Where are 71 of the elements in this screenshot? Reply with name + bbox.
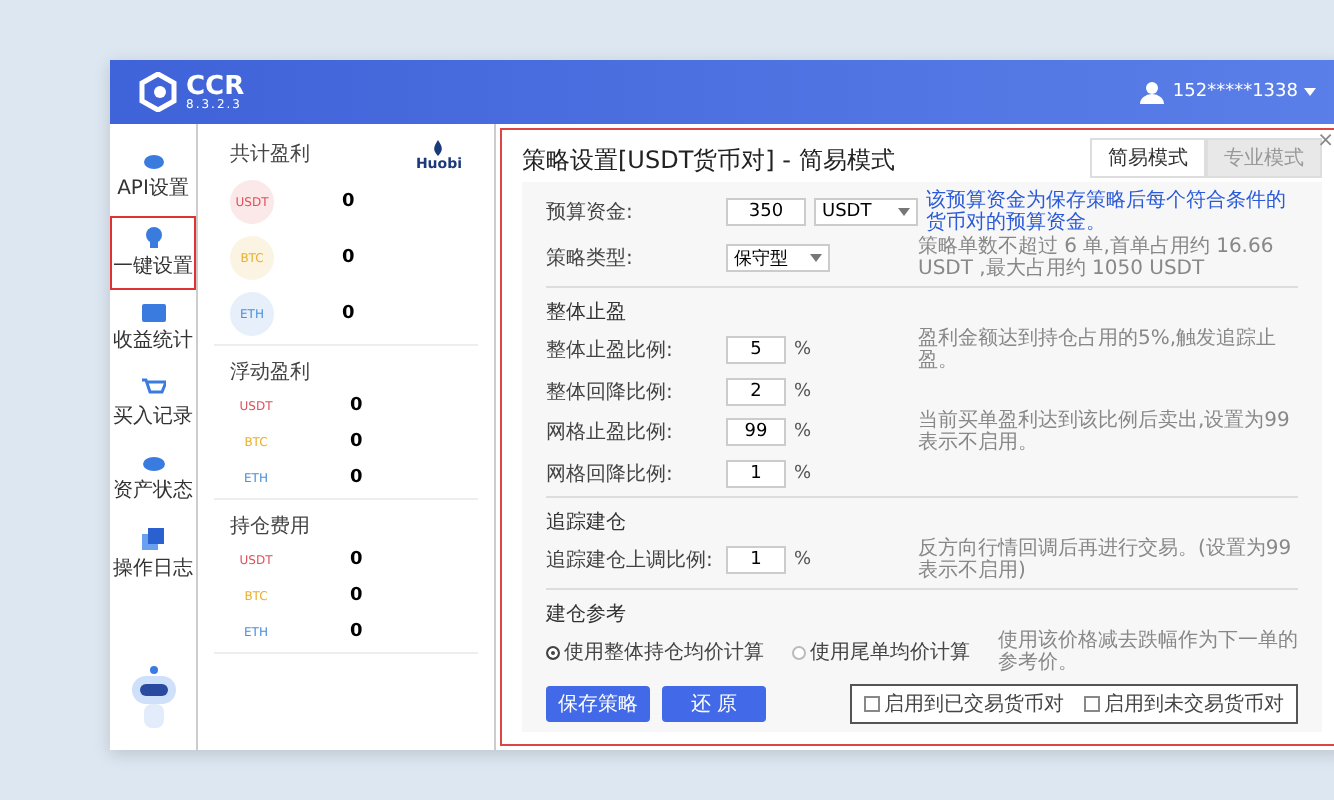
sidebar-item[interactable]: 一键设置 [110,216,196,290]
card-title: 共计盈利 [230,141,310,168]
logo-text: CCR [186,73,245,99]
mode-tab[interactable]: 简易模式 [1090,138,1206,178]
logo-icon [138,72,178,112]
section-heading: 整体止盈 [546,299,628,326]
coin-value: 0 [350,550,363,570]
field-label: 网格回降比例: [546,461,675,487]
card-icon [141,304,165,322]
unit-text: % [794,340,814,360]
cloud-icon [141,454,165,472]
field-label: 策略类型: [546,245,635,272]
percent-field[interactable]: 99 [726,418,786,446]
percent-field[interactable]: 1 [726,546,786,574]
section-heading: 追踪建仓 [546,509,628,536]
sidebar-item[interactable]: 操作日志 [110,518,196,592]
dialog-title: 策略设置[USDT货币对] - 简易模式 [522,144,895,178]
coin-value: 0 [350,432,363,452]
checkbox-option[interactable]: 启用到未交易货币对 [1084,690,1284,718]
unit-text: % [794,463,814,483]
note-text: 反方向行情回调后再进行交易。(设置为99表示不启用) [918,538,1294,582]
card-title: 持仓费用 [230,513,310,540]
note-text: 策略单数不超过 6 单,首单占用约 16.66 USDT ,最大占用约 1050 USDT [918,236,1276,280]
user-menu[interactable]: 152*****1338 [1172,82,1298,102]
note-text: 盈利金额达到持仓占用的5%,触发追踪止盈。 [918,328,1279,372]
currency-select[interactable]: USDT [814,198,918,226]
sidebar-item[interactable]: 收益统计 [110,294,196,364]
coin-value: 0 [350,468,363,488]
radio-option[interactable]: 使用整体持仓均价计算 [546,638,764,666]
strategy-select[interactable]: 保守型 [726,244,830,272]
checkbox-option[interactable]: 启用到已交易货币对 [864,690,1064,718]
restore-button[interactable]: 还 原 [662,686,766,722]
field-label: 整体回降比例: [546,379,675,405]
flame-icon [432,140,445,156]
sidebar-item[interactable]: 资产状态 [110,444,196,514]
coin-value: 0 [342,304,355,324]
coin-value: 0 [342,192,355,212]
robot-mascot-drawing [127,666,179,734]
sidebar-item[interactable]: API设置 [110,140,196,212]
budget-field[interactable]: 350 [726,198,806,226]
section-heading: 建仓参考 [546,601,628,628]
cloud-icon [141,150,165,170]
caret-icon [810,254,822,262]
radio-option[interactable]: 使用尾单均价计算 [792,638,970,666]
note-text: 该预算资金为保存策略后每个符合条件的货币对的预算资金。 [926,190,1288,234]
caret-icon [1304,88,1316,96]
coin-value: 0 [350,586,363,606]
note-text: 当前买单盈利达到该比例后卖出,设置为99表示不启用。 [918,410,1292,454]
save-button[interactable]: 保存策略 [546,686,650,722]
card-title: 浮动盈利 [230,359,310,386]
field-label: 整体止盈比例: [546,337,675,364]
percent-field[interactable]: 2 [726,377,786,405]
lightbulb-icon [143,226,163,248]
note-text: 使用该价格减去跌幅作为下一单的参考价。 [998,630,1298,674]
field-label: 预算资金: [546,200,635,226]
coin-value: 0 [350,396,363,416]
unit-text: % [794,422,814,442]
coin-value: 0 [342,248,355,268]
stacked-squares-icon [142,528,164,550]
unit-text: % [794,381,814,401]
unit-text: % [794,550,814,570]
caret-icon [898,208,910,216]
percent-field[interactable]: 5 [726,336,786,364]
percent-field[interactable]: 1 [726,459,786,487]
cart-icon [141,378,165,398]
user-icon [1140,80,1165,104]
close-button[interactable]: × [1317,130,1334,152]
coin-value: 0 [350,622,363,642]
sidebar-item[interactable]: 买入记录 [110,368,196,440]
field-label: 网格止盈比例: [546,419,675,446]
field-label: 追踪建仓上调比例: [546,547,715,574]
